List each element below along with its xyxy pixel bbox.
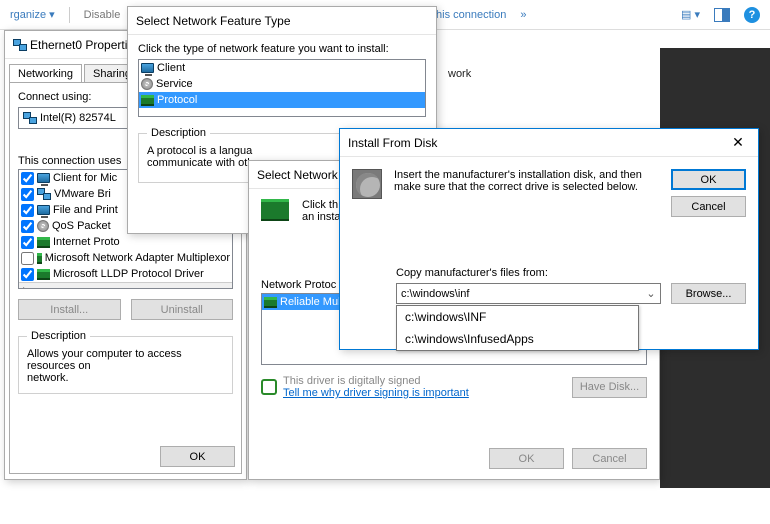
window-title: Install From Disk [348,136,726,150]
have-disk-button[interactable]: Have Disk... [572,377,647,398]
path-combobox[interactable]: ⌄ [396,283,661,304]
cancel-button[interactable]: Cancel [671,196,746,217]
install-button[interactable]: Install... [18,299,121,320]
more-button[interactable]: » [520,9,526,21]
scroll-left-icon[interactable]: ‹ [21,284,25,290]
separator [69,7,70,23]
protocol-icon [37,253,42,264]
ok-button[interactable]: OK [671,169,746,190]
bridge-icon [37,187,51,201]
protocol-icon [141,95,154,106]
message-line2: make sure that the correct drive is sele… [394,181,659,193]
client-icon [37,173,50,183]
checkbox[interactable] [21,204,34,217]
message-line1: Insert the manufacturer's installation d… [394,169,659,181]
network-icon [13,38,27,52]
signing-link[interactable]: Tell me why driver signing is important [283,387,566,399]
checkbox[interactable] [21,188,34,201]
path-input[interactable] [397,284,642,303]
list-item-protocol[interactable]: Protocol [139,92,425,108]
uninstall-button[interactable]: Uninstall [131,299,234,320]
cancel-button[interactable]: Cancel [572,448,647,469]
adapter-name: Intel(R) 82574L [40,112,116,124]
list-item-client[interactable]: Client [139,60,425,76]
adapter-icon [23,111,37,125]
signed-label: This driver is digitally signed [283,375,566,387]
list-item-service[interactable]: Service [139,76,425,92]
network-label-fragment: work [448,68,471,80]
prompt-label: Click the type of network feature you wa… [138,43,426,55]
browse-button[interactable]: Browse... [671,283,746,304]
path-dropdown[interactable]: c:\windows\INF c:\windows\InfusedApps [396,305,639,351]
service-icon [37,220,49,232]
ok-button[interactable]: OK [489,448,564,469]
description-group: Description [27,330,90,342]
description-text: Allows your computer to access resources… [27,348,224,384]
client-icon [37,205,50,215]
close-button[interactable]: ✕ [726,134,750,151]
dropdown-option[interactable]: c:\windows\INF [397,306,638,328]
checkbox[interactable] [21,236,34,249]
horizontal-scrollbar[interactable]: ‹ [19,282,232,289]
list-item: Internet Proto [19,234,232,250]
disable-button[interactable]: Disable [84,9,121,21]
shield-icon [261,379,277,395]
instruction-line1: Click th [302,199,341,211]
service-icon [141,78,153,90]
instruction-line2: an insta [302,211,341,223]
protocol-icon [37,237,50,248]
chevron-down-icon[interactable]: ⌄ [642,284,660,303]
protocol-icon [37,269,50,280]
list-item: Microsoft Network Adapter Multiplexor [19,250,232,266]
dropdown-option[interactable]: c:\windows\InfusedApps [397,328,638,350]
description-group: Description [147,127,210,139]
preview-pane-icon[interactable] [714,8,730,22]
checkbox[interactable] [21,268,34,281]
protocol-large-icon [261,199,289,221]
checkbox[interactable] [21,252,34,265]
list-item: Microsoft LLDP Protocol Driver [19,266,232,282]
window-title: Select Network Feature Type [136,14,428,28]
tab-networking[interactable]: Networking [9,64,82,83]
organize-menu[interactable]: rganize ▾ [10,8,55,21]
install-from-disk-window: Install From Disk ✕ Insert the manufactu… [339,128,759,350]
protocol-icon [264,297,277,308]
checkbox[interactable] [21,172,34,185]
view-icons-button[interactable]: ▤ ▾ [681,8,700,21]
ok-button[interactable]: OK [160,446,235,467]
checkbox[interactable] [21,220,34,233]
feature-list[interactable]: Client Service Protocol [138,59,426,117]
client-icon [141,63,154,73]
copy-from-label: Copy manufacturer's files from: [396,267,746,279]
disk-icon [352,169,382,199]
help-icon[interactable]: ? [744,7,760,23]
